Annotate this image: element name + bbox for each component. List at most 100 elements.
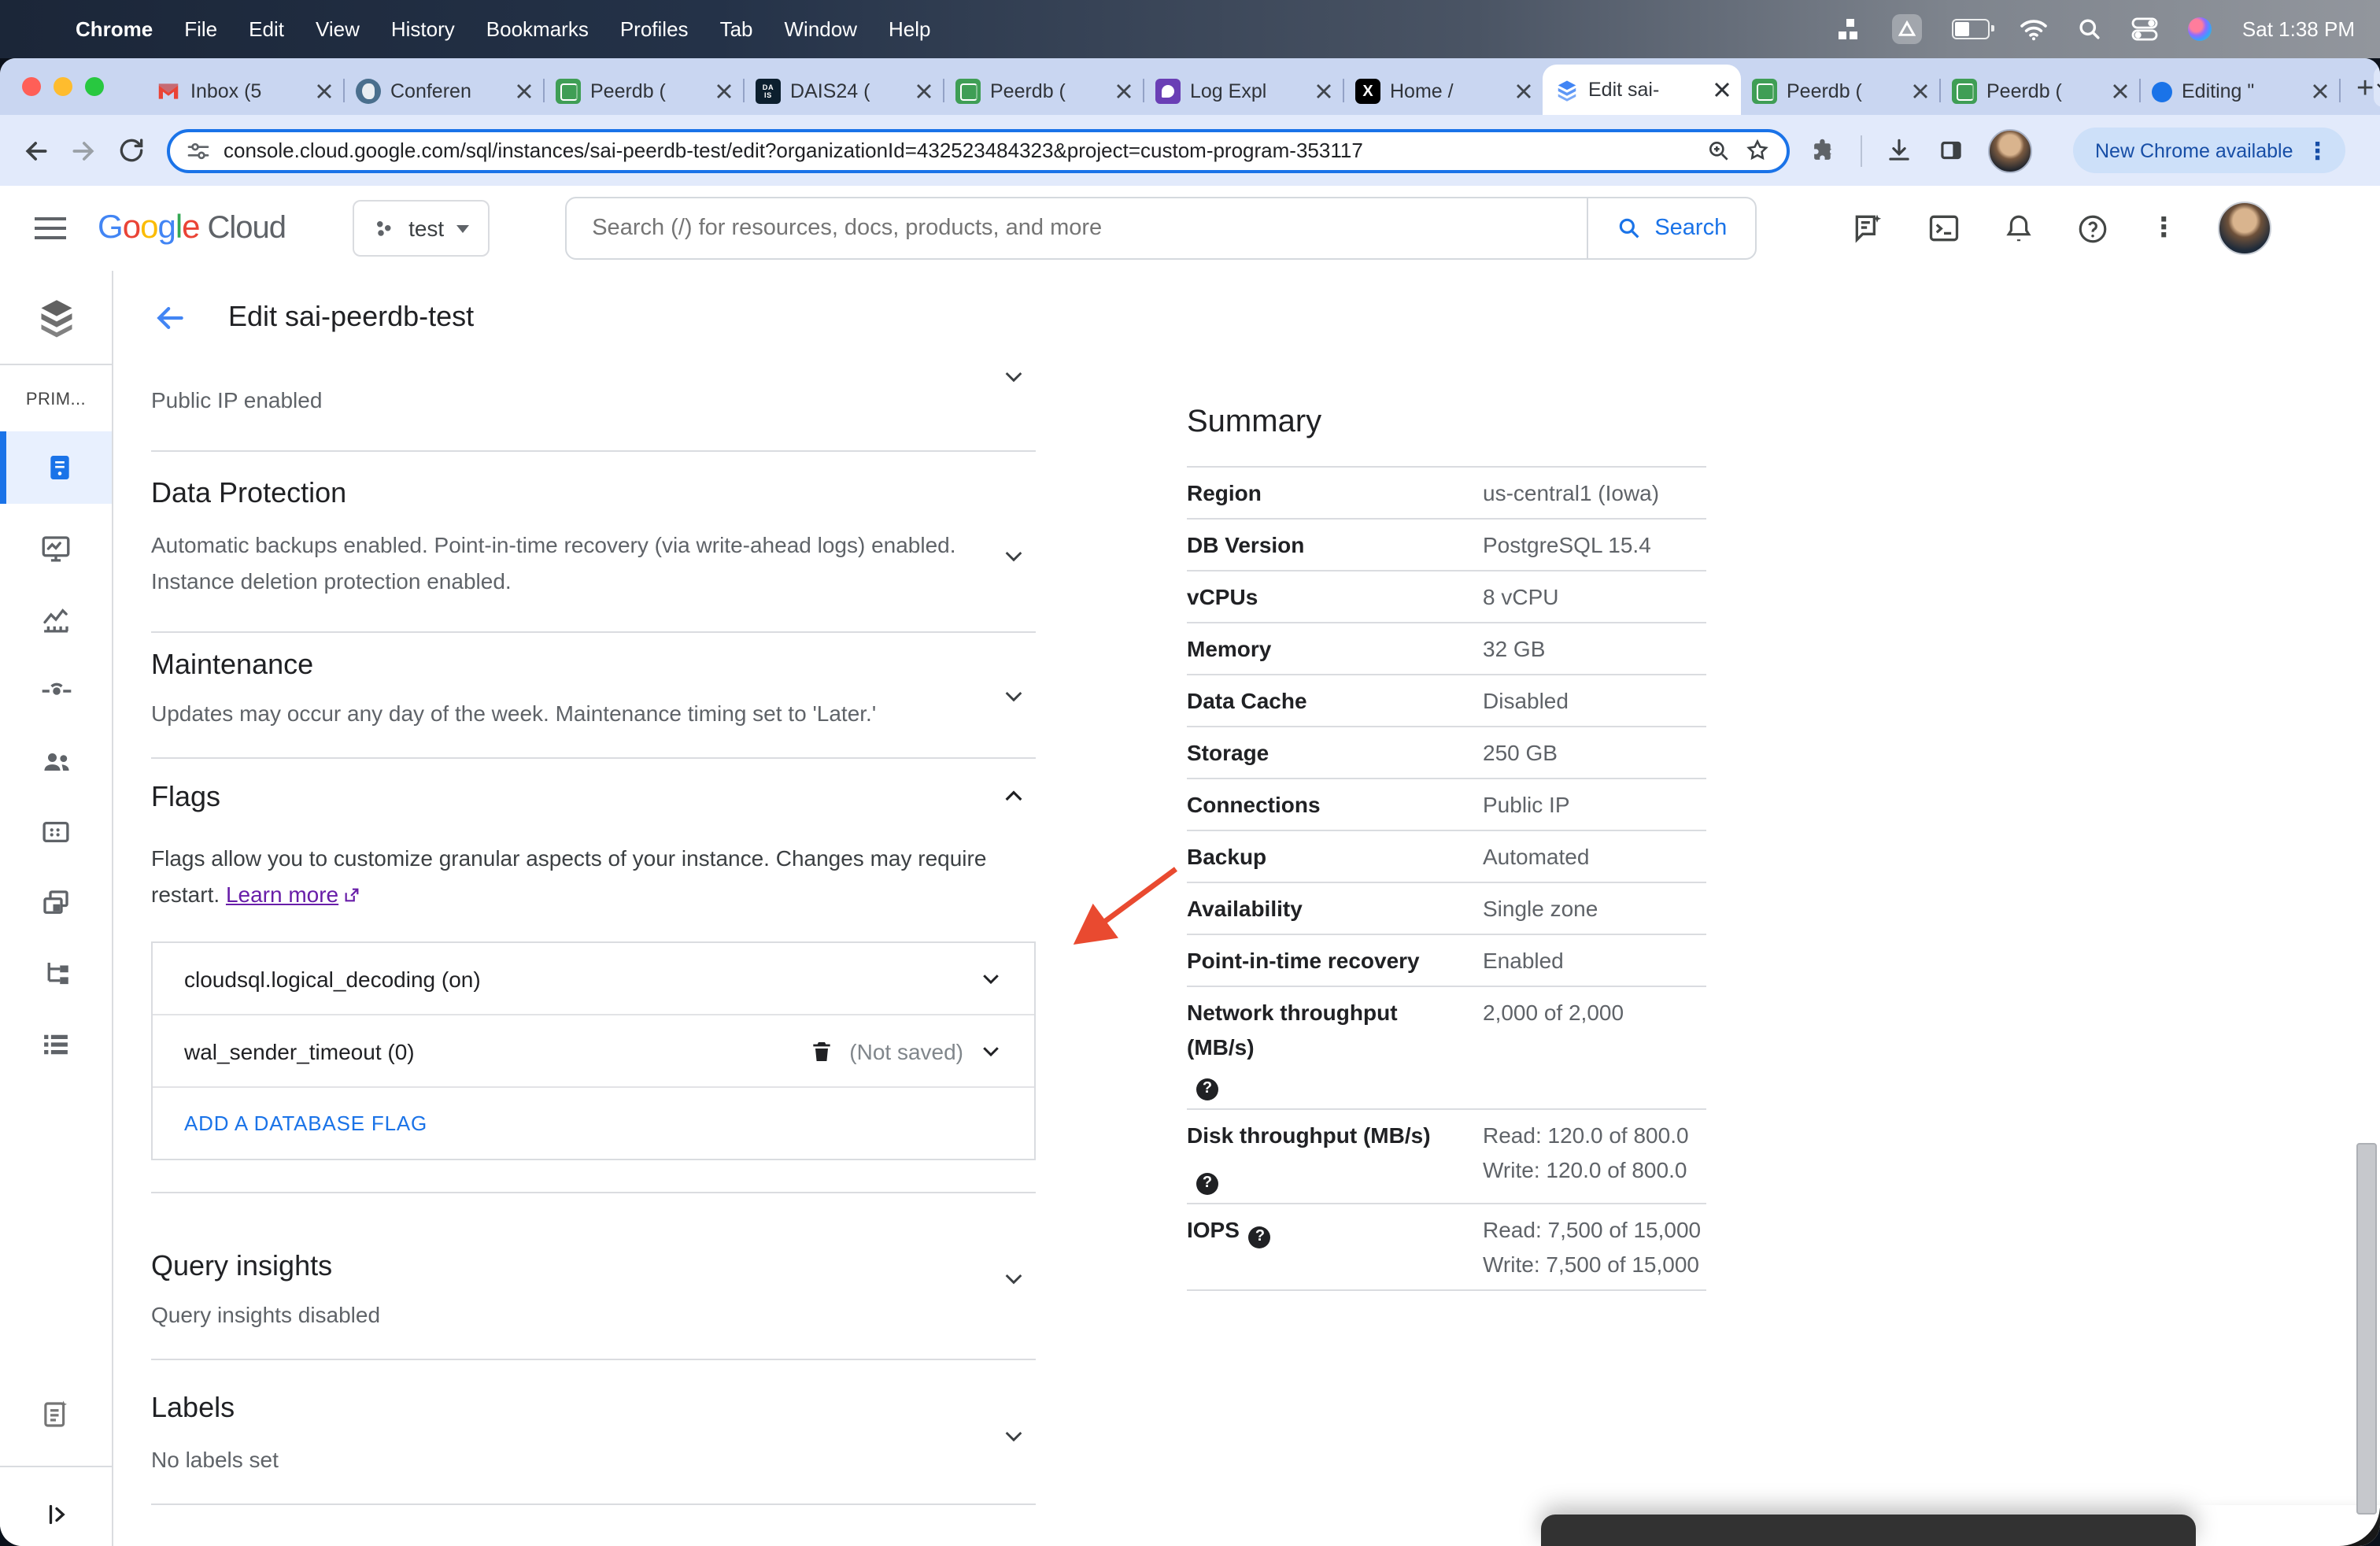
gcp-search-input[interactable] [567,216,1587,241]
collapse-section-icon[interactable] [1001,784,1026,809]
menu-history[interactable]: History [375,17,471,41]
help-icon[interactable]: ? [1248,1226,1271,1248]
sidebar-item-overview[interactable] [0,431,112,504]
flag-row-wal-sender-timeout[interactable]: wal_sender_timeout (0) (Not saved) [153,1015,1034,1088]
tab-peerdb-3[interactable]: Peerdb ( [1741,68,1939,115]
side-panel-icon[interactable] [1936,135,1966,165]
help-icon[interactable] [2076,212,2109,245]
wifi-icon[interactable] [2020,18,2049,40]
menu-file[interactable]: File [168,17,233,41]
menubar-clock[interactable]: Sat 1:38 PM [2242,17,2355,41]
tab-close-icon[interactable] [1913,83,1928,99]
reload-button[interactable] [107,127,154,174]
tab-close-icon[interactable] [716,83,732,99]
gcp-search-bar[interactable]: Search [565,197,1757,260]
google-cloud-logo[interactable]: Google Cloud [98,209,286,247]
back-button[interactable] [13,127,60,174]
menu-chrome[interactable]: Chrome [60,17,168,41]
tab-peerdb-4[interactable]: Peerdb ( [1941,68,2139,115]
add-database-flag-button[interactable]: ADD A DATABASE FLAG [184,1111,427,1135]
address-bar[interactable]: console.cloud.google.com/sql/instances/s… [167,128,1790,172]
tab-close-icon[interactable] [2112,83,2128,99]
new-tab-button[interactable]: + [2356,74,2374,104]
menu-edit[interactable]: Edit [233,17,300,41]
control-center-icon[interactable] [2132,17,2159,41]
tab-peerdb-1[interactable]: Peerdb ( [545,68,743,115]
release-notes-icon[interactable] [0,1379,112,1450]
url-text[interactable]: console.cloud.google.com/sql/instances/s… [224,139,1694,162]
tab-conference[interactable]: Conferen [345,68,543,115]
menu-view[interactable]: View [300,17,375,41]
bottom-dark-panel[interactable] [1541,1515,2196,1546]
tab-close-icon[interactable] [1116,83,1132,99]
tab-close-icon[interactable] [1714,82,1730,98]
gemini-assist-icon[interactable] [1851,211,1886,246]
help-icon[interactable]: ? [1196,1173,1218,1195]
cloud-shell-icon[interactable] [1927,211,1961,246]
tab-close-icon[interactable] [1516,83,1532,99]
expand-section-icon[interactable] [1001,683,1026,708]
tab-search-button[interactable] [2374,66,2380,107]
gcp-account-avatar[interactable] [2218,202,2272,255]
sidebar-item-replicas[interactable] [0,938,112,1009]
bookmark-star-icon[interactable] [1744,137,1771,164]
site-settings-icon[interactable] [186,138,211,163]
tab-inbox[interactable]: Inbox (5 [145,68,343,115]
pill-kebab-icon[interactable]: ⋮ [2306,136,2330,165]
sidebar-item-databases[interactable] [0,797,112,867]
tab-dais24[interactable]: DA IS DAIS24 ( [745,68,943,115]
close-window-button[interactable] [22,77,41,96]
app-menu-extra-icon[interactable] [1892,14,1923,44]
menu-profiles[interactable]: Profiles [604,17,704,41]
main-menu-icon[interactable] [35,217,66,239]
spotlight-search-icon[interactable] [2079,17,2102,41]
sidebar-item-users[interactable] [0,726,112,797]
expand-section-icon[interactable] [1001,543,1026,568]
project-selector[interactable]: test [352,200,490,257]
battery-icon[interactable] [1952,19,1995,39]
sidebar-item-operations[interactable] [0,1009,112,1080]
stats-blocks-icon[interactable] [1838,17,1863,42]
menu-tab[interactable]: Tab [704,17,769,41]
browser-profile-avatar[interactable] [1988,128,2032,172]
tab-close-icon[interactable] [2312,83,2328,99]
forward-button[interactable] [60,127,107,174]
tab-close-icon[interactable] [316,83,332,99]
tab-editing-doc[interactable]: Editing " [2141,68,2339,115]
downloads-icon[interactable] [1884,135,1914,165]
zoom-window-button[interactable] [85,77,104,96]
menu-help[interactable]: Help [873,17,947,41]
gcp-search-button[interactable]: Search [1587,198,1755,258]
add-database-flag-row[interactable]: ADD A DATABASE FLAG [153,1088,1034,1159]
tab-peerdb-2[interactable]: Peerdb ( [944,68,1143,115]
sidebar-item-backups[interactable] [0,867,112,938]
more-options-kebab-icon[interactable]: ⋮ [2150,213,2177,244]
notifications-bell-icon[interactable] [2002,212,2035,245]
expand-section-icon[interactable] [1001,364,1026,389]
extensions-icon[interactable] [1809,135,1839,165]
menu-bookmarks[interactable]: Bookmarks [471,17,604,41]
tab-close-icon[interactable] [1316,83,1332,99]
chrome-update-pill[interactable]: New Chrome available ⋮ [2073,128,2345,173]
tab-x-home[interactable]: X Home / [1344,68,1543,115]
tab-close-icon[interactable] [516,83,532,99]
page-scrollbar[interactable] [2356,1143,2377,1515]
tab-close-icon[interactable] [916,83,932,99]
tab-log-explorer[interactable]: Log Expl [1144,68,1343,115]
minimize-window-button[interactable] [54,77,72,96]
sidebar-item-system-insights[interactable] [0,513,112,584]
expand-sidebar-icon[interactable] [0,1483,112,1546]
expand-section-icon[interactable] [1001,1423,1026,1448]
sidebar-item-query-insights[interactable] [0,584,112,655]
menu-window[interactable]: Window [769,17,874,41]
help-icon[interactable]: ? [1196,1078,1218,1100]
back-arrow-icon[interactable] [153,300,187,335]
flag-row-logical-decoding[interactable]: cloudsql.logical_decoding (on) [153,943,1034,1015]
learn-more-link[interactable]: Learn more [226,882,338,907]
delete-flag-icon[interactable] [808,1038,833,1063]
zoom-page-icon[interactable] [1706,138,1731,163]
expand-section-icon[interactable] [1001,1266,1026,1291]
sidebar-item-connections[interactable] [0,655,112,726]
cloud-sql-logo[interactable] [0,271,112,365]
tab-edit-sai-peerdb-test-active[interactable]: Edit sai- [1543,65,1741,115]
